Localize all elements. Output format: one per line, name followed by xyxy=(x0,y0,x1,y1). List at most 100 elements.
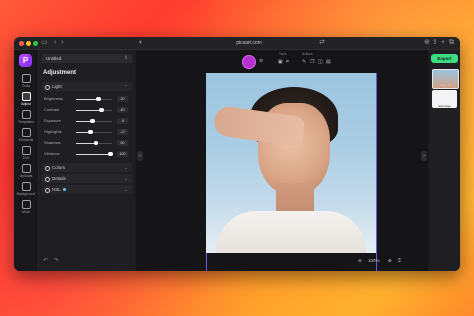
pages-panel: Export Page 1 Add page xyxy=(429,50,460,271)
section-colors-header[interactable]: Colors ⌄ xyxy=(42,163,132,172)
panel-title: Adjustment xyxy=(43,70,76,76)
redo-icon[interactable]: ↷ xyxy=(54,258,59,264)
section-light-header[interactable]: Light ⌃ xyxy=(42,82,132,91)
slider-label: Exposure xyxy=(44,118,61,123)
rail-item-label: Elements xyxy=(18,138,34,142)
rail-item-label: More xyxy=(22,210,30,214)
slider-value-input[interactable]: 60 xyxy=(117,139,128,146)
slider-value-input[interactable]: -17 xyxy=(117,128,128,135)
slider-row: Contrast 40 xyxy=(42,105,132,115)
privacy-shield-icon[interactable]: ◐ xyxy=(139,38,143,48)
selection-border-right xyxy=(376,73,377,271)
rail-item-label: Templates xyxy=(18,120,34,124)
project-name: Untitled xyxy=(46,56,62,61)
close-window-button[interactable] xyxy=(19,40,24,46)
slider-track[interactable] xyxy=(76,107,112,113)
slider-row: Exposure -9 xyxy=(42,116,132,126)
share-icon[interactable]: ⇪ xyxy=(432,38,438,48)
undo-icon[interactable]: ↶ xyxy=(43,258,48,264)
chevron-down-icon: ⌄ xyxy=(124,187,128,192)
collapse-right-panel-button[interactable]: › xyxy=(421,151,427,161)
slider-row: Vibrance 100 xyxy=(42,149,132,159)
rail-item-label: Adjust xyxy=(21,102,31,106)
help-icon[interactable]: ⍰ xyxy=(398,257,401,265)
slider-knob[interactable] xyxy=(88,129,93,135)
rail-item-tools[interactable]: Tools xyxy=(14,72,38,90)
maximize-window-button[interactable] xyxy=(33,40,38,46)
transform-icon[interactable]: ⌗ xyxy=(286,59,289,65)
slider-value-input[interactable]: 40 xyxy=(117,106,128,113)
canvas-toolbar: ⊘ Tools ▣ ⌗ Actions ✎ ❐ ◫ ▤ xyxy=(224,52,334,70)
slider-value-input[interactable]: -9 xyxy=(117,117,128,124)
slider-value-input[interactable]: 20 xyxy=(117,95,128,102)
tools-icon xyxy=(21,74,31,83)
details-icon xyxy=(45,176,50,182)
browser-toolbar: ▭ ‹ › ◐ picsart.com ⇄ ⊕ ⇪ + ⧉ xyxy=(14,37,460,50)
color-swatch-button[interactable] xyxy=(242,55,256,69)
translate-icon[interactable]: ⇄ xyxy=(319,38,325,48)
forward-icon[interactable]: › xyxy=(61,38,63,48)
sun-icon xyxy=(45,84,50,90)
duplicate-icon[interactable]: ❐ xyxy=(310,59,314,65)
page-thumbnail-label: Page 1 xyxy=(439,83,450,87)
rail-item-uploads[interactable]: Uploads xyxy=(14,162,38,180)
section-label: Colors xyxy=(52,165,66,170)
slider-track[interactable] xyxy=(76,96,112,102)
brush-icon[interactable]: ✎ xyxy=(302,59,306,65)
chevron-updown-icon: ⇕ xyxy=(123,55,128,61)
download-icon[interactable]: ⊕ xyxy=(424,38,430,48)
collapse-left-panel-button[interactable]: ‹ xyxy=(137,151,143,161)
slider-row: Highlights -17 xyxy=(42,127,132,137)
section-details-header[interactable]: Details ⌄ xyxy=(42,174,132,183)
text-icon xyxy=(21,146,31,155)
slider-knob[interactable] xyxy=(93,140,99,146)
slider-knob[interactable] xyxy=(108,151,113,157)
chevron-up-icon: ⌃ xyxy=(124,84,128,89)
rail-item-adjust[interactable]: Adjust xyxy=(14,90,38,108)
slider-track[interactable] xyxy=(76,151,113,157)
edited-photo[interactable] xyxy=(206,73,376,253)
link-icon[interactable]: ⊘ xyxy=(259,58,263,64)
rail-item-elements[interactable]: Elements xyxy=(14,126,38,144)
rail-item-templates[interactable]: Templates xyxy=(14,108,38,126)
new-tab-icon[interactable]: + xyxy=(441,38,445,48)
slider-knob[interactable] xyxy=(90,118,95,124)
tool-rail: P Tools Adjust Templates Elements Text U… xyxy=(14,50,39,271)
rail-item-text[interactable]: Text xyxy=(14,144,38,162)
slider-value-input[interactable]: 100 xyxy=(117,150,128,157)
zoom-out-icon[interactable]: ⊖ xyxy=(358,257,362,265)
back-icon[interactable]: ‹ xyxy=(54,38,56,48)
crop-icon[interactable]: ▣ xyxy=(278,59,283,65)
sidebar-toggle-icon[interactable]: ▭ xyxy=(41,38,48,48)
rail-item-label: Text xyxy=(22,156,30,160)
palette-icon xyxy=(45,165,50,171)
slider-track[interactable] xyxy=(76,140,112,146)
project-name-dropdown[interactable]: Untitled ⇕ xyxy=(42,54,132,63)
slider-label: Shadows xyxy=(44,140,61,145)
minimize-window-button[interactable] xyxy=(26,40,31,46)
rail-item-more[interactable]: More xyxy=(14,198,38,216)
zoom-controls: ⊖ 100% ⊕ ⍰ xyxy=(358,256,416,266)
picsart-logo[interactable]: P xyxy=(19,54,32,67)
uploads-icon xyxy=(21,164,31,173)
address-bar[interactable]: picsart.com xyxy=(219,38,279,48)
delete-icon[interactable]: ▤ xyxy=(326,59,331,65)
rail-item-background[interactable]: Background xyxy=(14,180,38,198)
slider-track[interactable] xyxy=(76,118,112,124)
zoom-in-icon[interactable]: ⊕ xyxy=(388,257,392,265)
slider-knob[interactable] xyxy=(99,107,104,113)
section-hsl-header[interactable]: HSL ⌄ xyxy=(42,185,132,194)
hsl-icon xyxy=(45,187,50,193)
export-button[interactable]: Export xyxy=(431,54,458,63)
slider-knob[interactable] xyxy=(96,96,101,102)
rail-item-label: Background xyxy=(16,192,36,196)
background-icon xyxy=(21,182,31,191)
section-label: Details xyxy=(52,176,66,181)
slider-track[interactable] xyxy=(76,129,112,135)
slider-label: Vibrance xyxy=(44,151,60,156)
zoom-level[interactable]: 100% xyxy=(368,257,380,265)
photo-shirt xyxy=(216,211,366,253)
toolbar-group-label: Actions xyxy=(302,52,313,56)
layers-icon[interactable]: ◫ xyxy=(318,59,323,65)
tab-overview-icon[interactable]: ⧉ xyxy=(449,38,454,48)
